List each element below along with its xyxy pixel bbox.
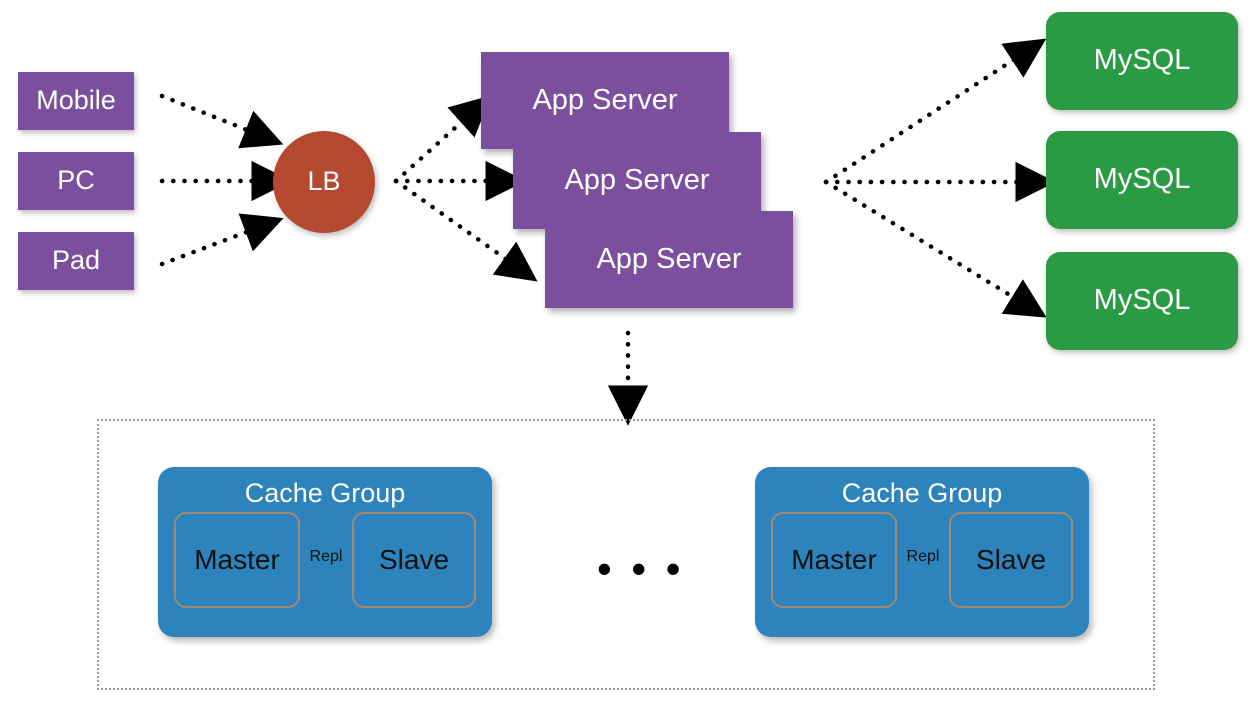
cache-group-title-1: Cache Group [244,478,406,508]
cache-master-label-2: Master [791,544,877,575]
arrow-mobile-to-lb [159,93,284,149]
arrow-app-to-mysql-1 [823,38,1047,185]
client-box-pad[interactable]: Pad [18,232,134,290]
diagram-canvas: Mobile PC Pad LB App Server App Server A… [0,0,1252,705]
cache-slave-label-2: Slave [975,544,1047,575]
cache-slave-label-1: Slave [378,544,450,575]
arrow-pad-to-lb [159,213,284,267]
mysql-label-3: MySQL [1093,284,1191,317]
load-balancer-node[interactable]: LB [273,131,375,233]
cache-slave-box-2[interactable]: Slave [949,512,1073,608]
repl-connector-2: Repl [899,522,947,567]
app-server-label-3: App Server [596,242,742,275]
cache-group-1[interactable]: Cache Group Master Repl Slave [158,467,492,637]
client-label-pad: Pad [51,245,101,276]
arrow-lb-to-app-3 [393,178,538,282]
repl-label-1: Repl [309,548,343,565]
arrow-app-to-mysql-3 [823,179,1047,318]
mysql-label-2: MySQL [1093,163,1191,196]
client-box-pc[interactable]: PC [18,152,134,210]
cache-group-ellipsis: • • • [597,545,685,592]
cache-slave-box-1[interactable]: Slave [352,512,476,608]
arrow-lb-to-app-1 [393,95,492,184]
cache-master-box-2[interactable]: Master [771,512,897,608]
cache-master-label-1: Master [194,544,280,575]
mysql-box-1[interactable]: MySQL [1046,12,1238,110]
load-balancer-label: LB [307,166,341,197]
cache-group-2[interactable]: Cache Group Master Repl Slave [755,467,1089,637]
repl-connector-1: Repl [302,522,350,567]
mysql-box-2[interactable]: MySQL [1046,131,1238,229]
cache-master-box-1[interactable]: Master [174,512,300,608]
client-label-mobile: Mobile [36,85,116,116]
client-box-mobile[interactable]: Mobile [18,72,134,130]
mysql-label-1: MySQL [1093,44,1191,77]
cache-group-title-2: Cache Group [841,478,1003,508]
repl-label-2: Repl [906,548,940,565]
app-server-box-3[interactable]: App Server [545,211,793,308]
mysql-box-3[interactable]: MySQL [1046,252,1238,350]
app-server-label-2: App Server [564,163,710,196]
app-server-label-1: App Server [532,83,678,116]
client-label-pc: PC [57,165,95,196]
